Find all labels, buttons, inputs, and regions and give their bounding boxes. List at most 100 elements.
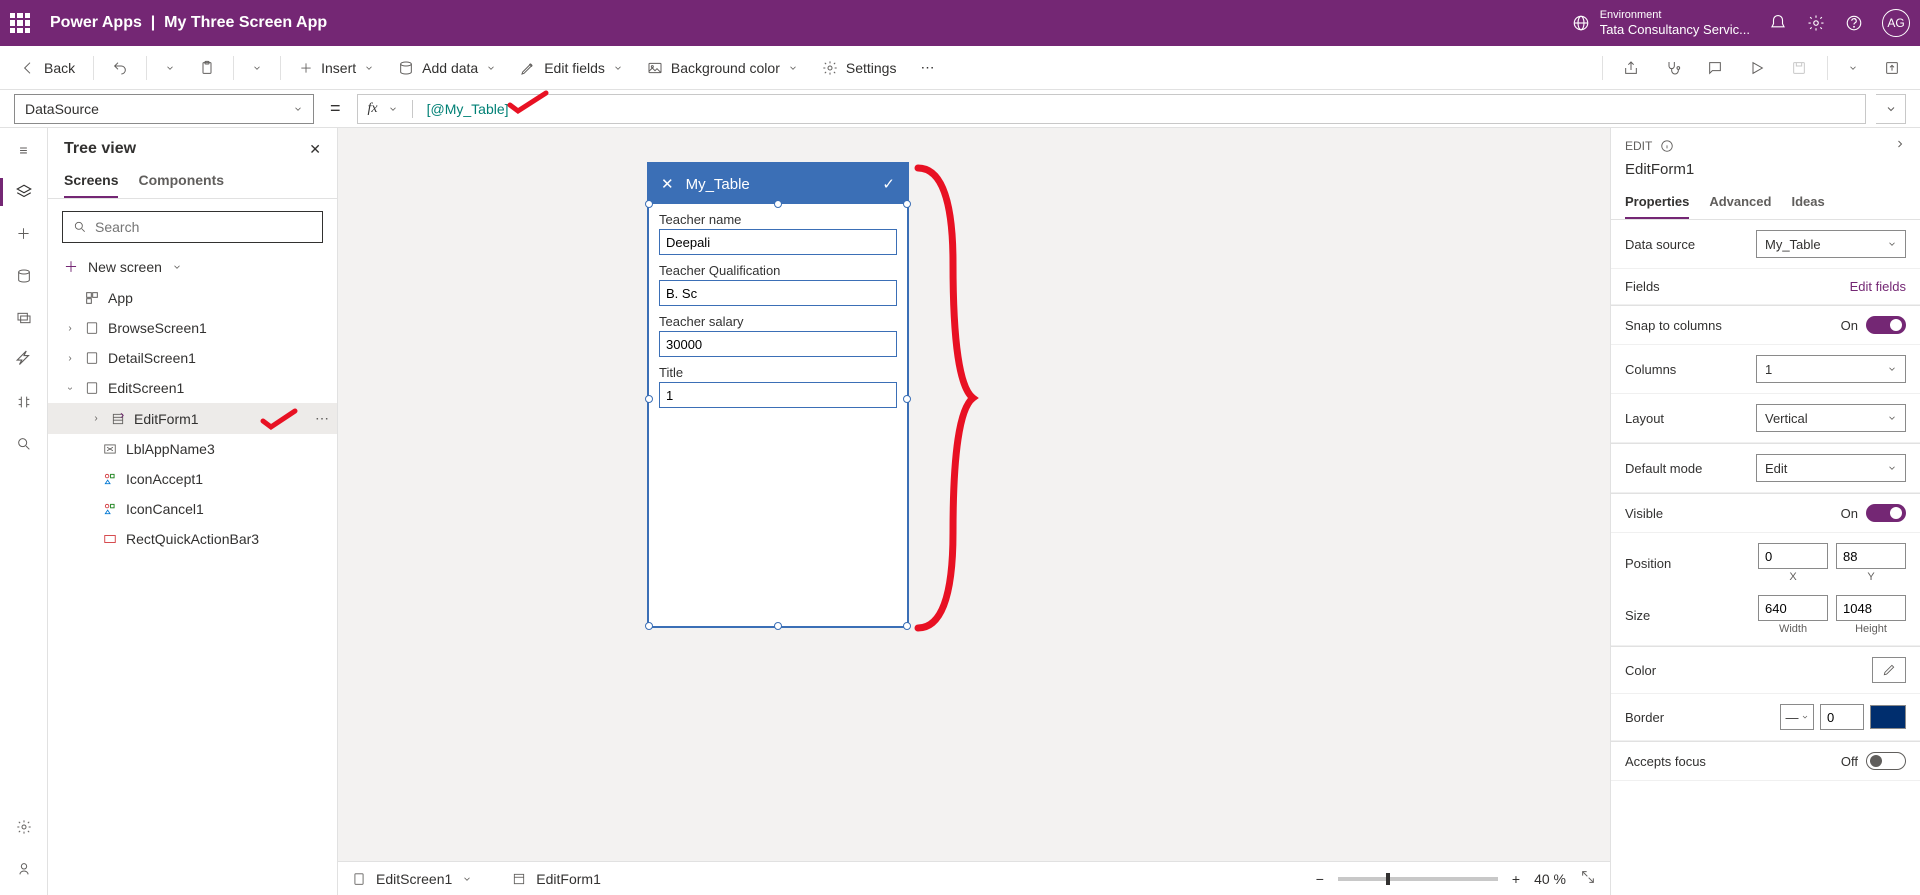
add-data-button[interactable]: Add data <box>388 54 506 82</box>
settings-gear-icon[interactable] <box>1806 13 1826 33</box>
props-tab-properties[interactable]: Properties <box>1625 186 1689 219</box>
rail-tree-view[interactable] <box>12 180 36 204</box>
field-input-salary[interactable] <box>659 331 897 357</box>
selection-handle[interactable] <box>645 200 653 208</box>
selection-handle[interactable] <box>903 622 911 630</box>
save-button[interactable] <box>1781 54 1817 82</box>
selection-handle[interactable] <box>903 395 911 403</box>
phone-preview[interactable]: ✕ My_Table ✓ Teacher name Teacher Qualif… <box>648 163 908 627</box>
columns-dropdown[interactable]: 1 <box>1756 355 1906 383</box>
rail-insert[interactable]: ＋ <box>12 222 36 246</box>
property-selector[interactable]: DataSource <box>14 94 314 124</box>
tree-item-edit-form[interactable]: ›EditForm1 ⋯ <box>48 403 337 434</box>
selection-handle[interactable] <box>774 622 782 630</box>
rail-virtual-agent[interactable] <box>12 857 36 881</box>
rail-settings[interactable] <box>12 815 36 839</box>
default-mode-dropdown[interactable]: Edit <box>1756 454 1906 482</box>
tree-search[interactable] <box>62 211 323 243</box>
width-input[interactable] <box>1758 595 1828 621</box>
zoom-slider[interactable] <box>1338 877 1498 881</box>
tree-item-browse-screen[interactable]: ›BrowseScreen1 <box>48 313 337 343</box>
snap-toggle[interactable] <box>1866 316 1906 334</box>
border-style-dropdown[interactable]: — <box>1780 704 1814 730</box>
rail-hamburger[interactable]: ≡ <box>12 138 36 162</box>
props-tab-advanced[interactable]: Advanced <box>1709 186 1771 219</box>
publish-button[interactable] <box>1874 54 1910 82</box>
status-screen[interactable]: EditScreen1 <box>376 871 452 887</box>
pos-x-input[interactable] <box>1758 543 1828 569</box>
border-width-input[interactable] <box>1820 704 1864 730</box>
pos-y-input[interactable] <box>1836 543 1906 569</box>
layout-dropdown[interactable]: Vertical <box>1756 404 1906 432</box>
tab-screens[interactable]: Screens <box>64 164 118 198</box>
environment-picker[interactable]: Environment Tata Consultancy Servic... <box>1572 9 1750 38</box>
data-source-dropdown[interactable]: My_Table <box>1756 230 1906 258</box>
fit-button[interactable] <box>1580 869 1596 888</box>
border-color-chip[interactable] <box>1870 705 1906 729</box>
selection-handle[interactable] <box>645 395 653 403</box>
selection-handle[interactable] <box>903 200 911 208</box>
field-input-teacher-name[interactable] <box>659 229 897 255</box>
color-picker[interactable] <box>1872 657 1906 683</box>
props-tab-ideas[interactable]: Ideas <box>1791 186 1824 219</box>
user-avatar[interactable]: AG <box>1882 9 1910 37</box>
formula-bar[interactable]: fx [@My_Table] <box>357 94 1866 124</box>
edit-fields-button[interactable]: Edit fields <box>510 54 633 82</box>
status-selection[interactable]: EditForm1 <box>536 871 601 887</box>
edit-fields-link[interactable]: Edit fields <box>1850 279 1906 294</box>
app-checker-button[interactable] <box>1655 54 1691 82</box>
zoom-in-button[interactable]: + <box>1512 871 1520 887</box>
tab-components[interactable]: Components <box>138 164 224 198</box>
rail-power-automate[interactable] <box>12 348 36 372</box>
tree-item-more[interactable]: ⋯ <box>315 410 329 427</box>
settings-button[interactable]: Settings <box>812 54 907 82</box>
tree-item-detail-screen[interactable]: ›DetailScreen1 <box>48 343 337 373</box>
field-input-title[interactable] <box>659 382 897 408</box>
close-icon[interactable]: ✕ <box>661 175 674 193</box>
tree-item-icon-accept[interactable]: IconAccept1 <box>48 464 337 494</box>
info-icon[interactable] <box>1660 139 1674 153</box>
accepts-focus-toggle[interactable] <box>1866 752 1906 770</box>
visible-toggle[interactable] <box>1866 504 1906 522</box>
selection-handle[interactable] <box>645 622 653 630</box>
paste-button[interactable] <box>189 54 225 82</box>
undo-button[interactable] <box>102 54 138 82</box>
tree-item-rect[interactable]: RectQuickActionBar3 <box>48 524 337 554</box>
tree-item-label[interactable]: LblAppName3 <box>48 434 337 464</box>
chevron-down-icon <box>1885 103 1897 115</box>
formula-bar-row: DataSource = fx [@My_Table] <box>0 90 1920 128</box>
back-button[interactable]: Back <box>10 54 85 82</box>
share-button[interactable] <box>1613 54 1649 82</box>
tree-item-icon-cancel[interactable]: IconCancel1 <box>48 494 337 524</box>
more-button[interactable]: ⋯ <box>910 53 944 82</box>
zoom-out-button[interactable]: − <box>1316 871 1324 887</box>
insert-button[interactable]: Insert <box>289 54 384 82</box>
waffle-icon[interactable] <box>10 13 30 33</box>
rail-media[interactable] <box>12 306 36 330</box>
comments-button[interactable] <box>1697 54 1733 82</box>
publish-menu[interactable] <box>1838 57 1868 79</box>
background-color-button[interactable]: Background color <box>637 54 808 82</box>
rail-variables[interactable] <box>12 390 36 414</box>
preview-button[interactable] <box>1739 54 1775 82</box>
props-chevron[interactable] <box>1894 138 1906 153</box>
tree-search-input[interactable] <box>95 219 312 235</box>
field-input-qualification[interactable] <box>659 280 897 306</box>
help-icon[interactable] <box>1844 13 1864 33</box>
close-tree-button[interactable]: ✕ <box>309 141 321 158</box>
new-screen-button[interactable]: ＋New screen <box>48 251 337 283</box>
undo-menu[interactable] <box>155 57 185 79</box>
canvas[interactable]: ✕ My_Table ✓ Teacher name Teacher Qualif… <box>338 128 1610 895</box>
expand-formula-button[interactable] <box>1876 94 1906 124</box>
paste-menu[interactable] <box>242 57 272 79</box>
tree-item-edit-screen[interactable]: ›EditScreen1 <box>48 373 337 403</box>
selection-handle[interactable] <box>774 200 782 208</box>
tree-item-app[interactable]: App <box>48 283 337 313</box>
notifications-icon[interactable] <box>1768 13 1788 33</box>
props-edit-label: EDIT <box>1625 139 1652 153</box>
rail-search[interactable] <box>12 432 36 456</box>
rail-data[interactable] <box>12 264 36 288</box>
height-input[interactable] <box>1836 595 1906 621</box>
check-icon[interactable]: ✓ <box>882 175 895 193</box>
zoom-level: 40 % <box>1534 871 1566 887</box>
